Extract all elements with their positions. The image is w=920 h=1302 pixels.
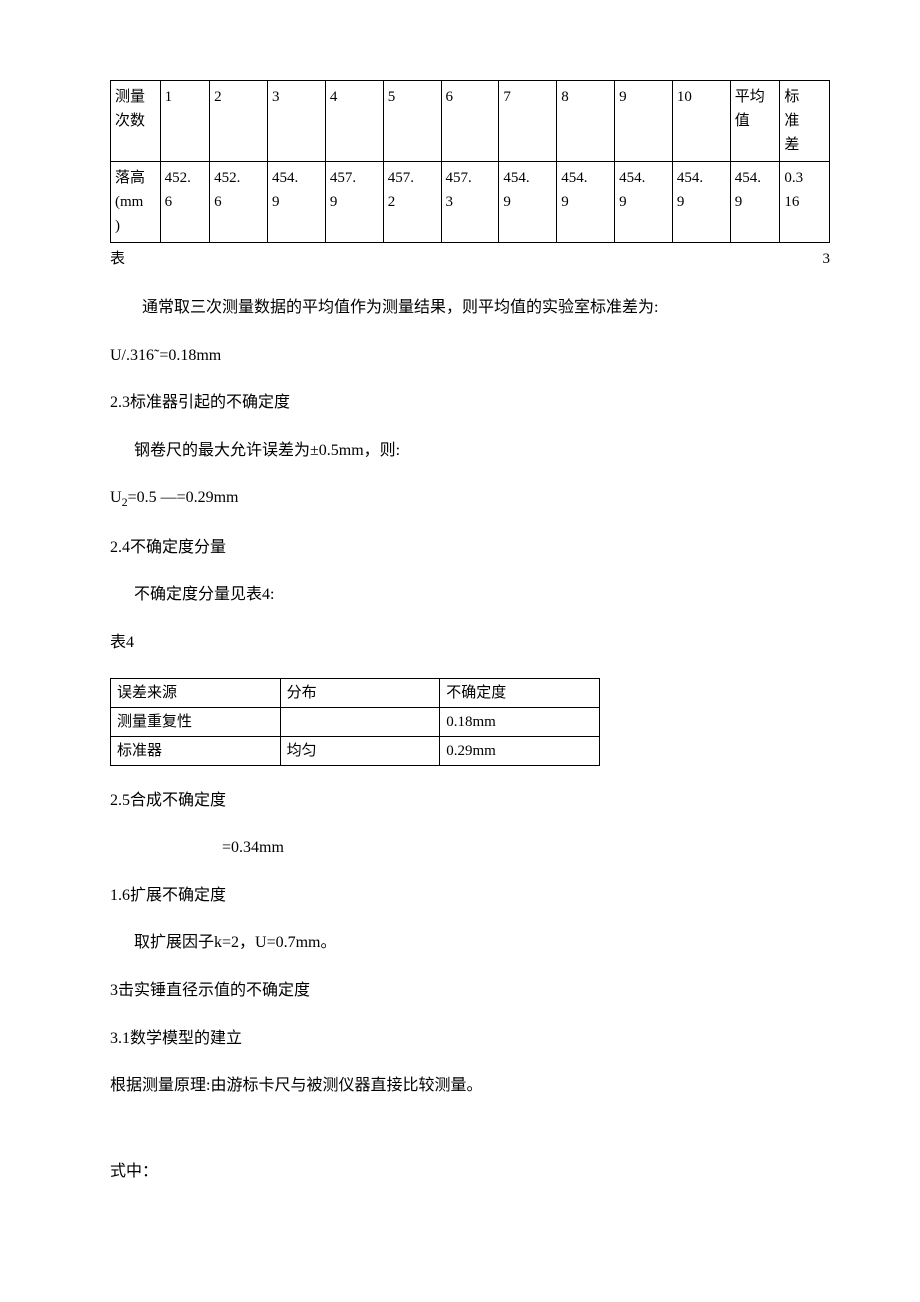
caption-right: 3: [823, 247, 831, 271]
table-row: 落高 (mm ) 452. 6 452. 6 454. 9 457. 9 457…: [111, 162, 830, 243]
cell: 分布: [280, 678, 440, 707]
paragraph: 钢卷尺的最大允许误差为±0.5mm，则:: [110, 438, 820, 464]
cell: 454. 9: [730, 162, 780, 243]
paragraph: 取扩展因子k=2，U=0.7mm。: [110, 930, 820, 956]
cell: [280, 707, 440, 736]
cell: 8: [557, 81, 615, 162]
paragraph: 式中：: [110, 1159, 820, 1185]
cell: 454. 9: [268, 162, 326, 243]
cell: 标准器: [111, 736, 281, 765]
cell: 452. 6: [160, 162, 210, 243]
paragraph: =0.34mm: [222, 835, 820, 861]
cell: 0.18mm: [440, 707, 600, 736]
paragraph: U2=0.5 —=0.29mm: [110, 485, 820, 512]
paragraph: 根据测量原理:由游标卡尺与被测仪器直接比较测量。: [110, 1073, 820, 1099]
paragraph: U/.316˜=0.18mm: [110, 343, 820, 369]
cell: 457. 9: [325, 162, 383, 243]
table-row: 标准器 均匀 0.29mm: [111, 736, 600, 765]
paragraph: 通常取三次测量数据的平均值作为测量结果，则平均值的实验室标准差为:: [110, 295, 820, 321]
cell: 454. 9: [672, 162, 730, 243]
cell: 454. 9: [499, 162, 557, 243]
cell: 6: [441, 81, 499, 162]
cell: 454. 9: [557, 162, 615, 243]
table-row: 测量重复性 0.18mm: [111, 707, 600, 736]
cell: 2: [210, 81, 268, 162]
heading: 2.5合成不确定度: [110, 788, 820, 814]
table-row: 测量 次数 1 2 3 4 5 6 7 8 9 10 平均 值 标 准 差: [111, 81, 830, 162]
table-3: 测量 次数 1 2 3 4 5 6 7 8 9 10 平均 值 标 准 差 落高…: [110, 80, 830, 243]
cell: 10: [672, 81, 730, 162]
cell: 3: [268, 81, 326, 162]
cell: 不确定度: [440, 678, 600, 707]
table-4-caption: 表4: [110, 630, 820, 656]
cell: 误差来源: [111, 678, 281, 707]
cell: 4: [325, 81, 383, 162]
table-4: 误差来源 分布 不确定度 测量重复性 0.18mm 标准器 均匀 0.29mm: [110, 678, 600, 766]
cell: 5: [383, 81, 441, 162]
table-3-caption: 表 3: [110, 247, 830, 271]
cell: 1: [160, 81, 210, 162]
cell-label: 测量 次数: [111, 81, 161, 162]
paragraph: 不确定度分量见表4:: [110, 582, 820, 608]
heading: 2.4不确定度分量: [110, 535, 820, 561]
heading: 1.6扩展不确定度: [110, 883, 820, 909]
cell: 7: [499, 81, 557, 162]
cell: 9: [615, 81, 673, 162]
cell: 457. 2: [383, 162, 441, 243]
cell: 0.3 16: [780, 162, 830, 243]
table-row: 误差来源 分布 不确定度: [111, 678, 600, 707]
cell: 452. 6: [210, 162, 268, 243]
cell: 457. 3: [441, 162, 499, 243]
cell: 454. 9: [615, 162, 673, 243]
cell: 标 准 差: [780, 81, 830, 162]
cell-label: 落高 (mm ): [111, 162, 161, 243]
cell: 0.29mm: [440, 736, 600, 765]
cell: 平均 值: [730, 81, 780, 162]
cell: 测量重复性: [111, 707, 281, 736]
caption-left: 表: [110, 247, 125, 271]
formula-pre: U: [110, 489, 122, 506]
formula-post: =0.5 —=0.29mm: [128, 489, 239, 506]
heading: 2.3标准器引起的不确定度: [110, 390, 820, 416]
heading: 3击实锤直径示值的不确定度: [110, 978, 820, 1004]
cell: 均匀: [280, 736, 440, 765]
heading: 3.1数学模型的建立: [110, 1026, 820, 1052]
